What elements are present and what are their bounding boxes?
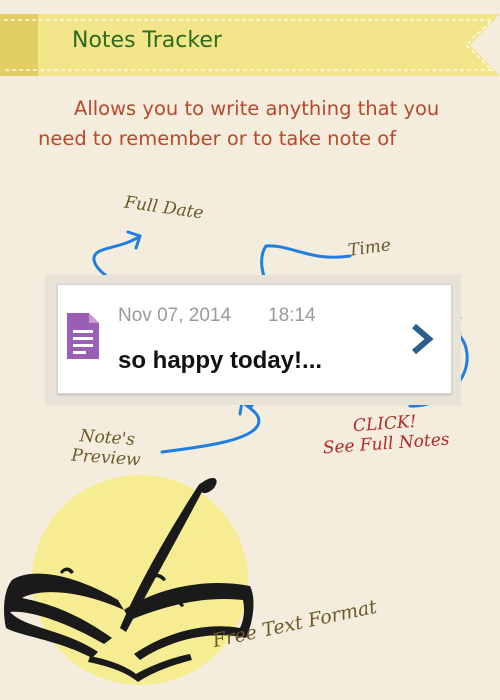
intro-line-1: Allows you to write anything that you [74, 97, 440, 120]
app-title: Notes Tracker [72, 28, 222, 53]
note-card[interactable]: Nov 07, 2014 18:14 so happy today!... [57, 284, 452, 394]
note-preview: so happy today!... [118, 347, 323, 374]
click-see-full-notes-label: CLICK! See Full Notes [322, 411, 451, 459]
intro-line-2: need to remember or to take note of [38, 127, 397, 150]
preview-arrow [160, 400, 261, 454]
intro-description: Allows you to write anything that you ne… [38, 94, 478, 154]
note-date: Nov 07, 2014 [118, 305, 232, 326]
full-date-label: Full Date [122, 192, 205, 224]
note-time: 18:14 [268, 305, 316, 326]
time-label: Time [346, 235, 393, 261]
document-icon [67, 313, 99, 359]
quill-book-icon [4, 475, 254, 685]
chevron-right-icon[interactable] [409, 323, 435, 355]
